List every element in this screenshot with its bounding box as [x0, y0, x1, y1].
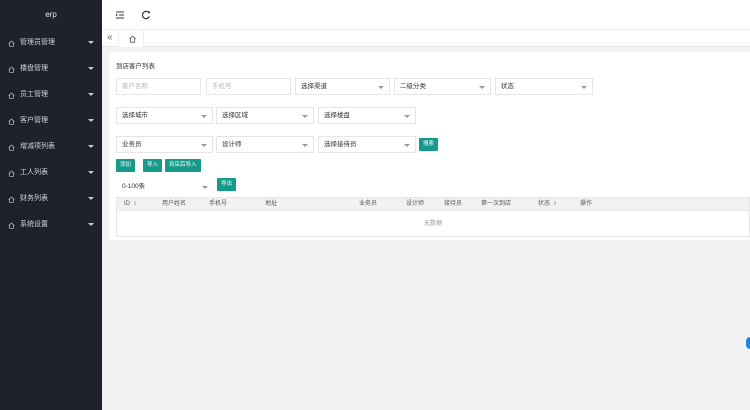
caret-down-icon — [201, 144, 207, 147]
customer-table: ID ⇕ 用户姓名 手机号 地址 业务员 设计师 接待员 第一次到店 状态 ⇕ 操作… — [116, 197, 750, 237]
import-button[interactable]: 导入 — [143, 159, 163, 172]
sidebar: erp 管理员管理 楼盘管理 员工管理 客户管理 增减项列表 工人列表 财务列表… — [0, 0, 102, 410]
chevron-down-icon — [88, 119, 94, 122]
app-brand: erp — [45, 10, 57, 19]
sidebar-item-label: 财务列表 — [20, 195, 48, 202]
sidebar-item-label: 管理员管理 — [20, 39, 55, 46]
home-icon — [8, 118, 15, 125]
range-select-value: 0-100条 — [122, 183, 146, 190]
double-chevron-left-icon[interactable]: « — [107, 32, 118, 44]
salesman-select-value: 业务员 — [122, 141, 142, 148]
caret-down-icon — [404, 144, 410, 147]
column-header-status[interactable]: 状态 ⇕ — [538, 198, 557, 211]
caret-down-icon — [201, 115, 207, 118]
home-icon — [8, 92, 15, 99]
channel-select[interactable]: 选择渠道 — [295, 78, 390, 95]
column-label: 状态 — [538, 201, 551, 207]
sidebar-item-admin[interactable]: 管理员管理 — [0, 30, 102, 56]
caret-down-icon — [302, 144, 308, 147]
sidebar-item-customers[interactable]: 客户管理 — [0, 108, 102, 134]
salesman-select[interactable]: 业务员 — [116, 136, 213, 153]
area-select[interactable]: 选择区域 — [216, 107, 314, 124]
sort-icon[interactable]: ⇕ — [553, 198, 557, 211]
sidebar-item-label: 增减项列表 — [20, 143, 55, 150]
caret-down-icon — [404, 115, 410, 118]
fold-menu-icon[interactable] — [114, 9, 126, 21]
column-header-address: 地址 — [265, 201, 278, 207]
column-header-salesman: 业务员 — [359, 201, 378, 207]
home-icon — [8, 196, 15, 203]
caret-down-icon — [581, 86, 587, 89]
receptionist-select[interactable]: 选择接待员 — [318, 136, 416, 153]
chevron-down-icon — [88, 67, 94, 70]
status-select[interactable]: 状态 — [495, 78, 593, 95]
column-label: ID — [124, 201, 130, 207]
sidebar-item-label: 客户管理 — [20, 117, 48, 124]
caret-down-icon — [302, 115, 308, 118]
receptionist-select-value: 选择接待员 — [324, 141, 357, 148]
category-select[interactable]: 二级分类 — [394, 78, 491, 95]
sidebar-item-label: 员工管理 — [20, 91, 48, 98]
home-icon — [8, 222, 15, 229]
chevron-down-icon — [88, 171, 94, 174]
caret-down-icon — [378, 86, 384, 89]
tab-bar: « — [102, 30, 750, 47]
area-select-value: 选择区域 — [222, 112, 248, 119]
sidebar-item-label: 楼盘管理 — [20, 65, 48, 72]
sidebar-item-changes[interactable]: 增减项列表 — [0, 134, 102, 160]
home-icon — [8, 144, 15, 151]
refresh-icon[interactable] — [140, 9, 152, 21]
sort-icon[interactable]: ⇕ — [133, 198, 137, 211]
sidebar-item-workers[interactable]: 工人列表 — [0, 160, 102, 186]
building-select[interactable]: 选择楼盘 — [318, 107, 416, 124]
column-header-receptionist: 接待员 — [444, 201, 463, 207]
search-button[interactable]: 搜索 — [419, 138, 439, 151]
status-select-value: 状态 — [501, 83, 514, 90]
building-select-value: 选择楼盘 — [324, 112, 350, 119]
column-header-name: 用户姓名 — [162, 201, 187, 207]
home-icon — [8, 40, 15, 47]
add-button[interactable]: 添加 — [116, 159, 136, 172]
customer-list-card: 到店客户列表 客户名称 手机号 选择渠道 二级分类 状态 选择城市 选择区域 选… — [109, 52, 750, 240]
caret-down-icon — [479, 86, 485, 89]
city-select-value: 选择城市 — [122, 112, 148, 119]
chevron-down-icon — [88, 197, 94, 200]
export-button[interactable]: 导出 — [217, 178, 237, 191]
floating-help-button[interactable] — [746, 337, 750, 349]
sidebar-item-staff[interactable]: 员工管理 — [0, 82, 102, 108]
table-header: ID ⇕ 用户姓名 手机号 地址 业务员 设计师 接待员 第一次到店 状态 ⇕ 操作 — [117, 198, 749, 211]
city-select[interactable]: 选择城市 — [116, 107, 213, 124]
top-bar — [102, 0, 750, 30]
range-select[interactable]: 0-100条 — [116, 178, 214, 195]
channel-select-value: 选择渠道 — [301, 83, 327, 90]
column-header-phone: 手机号 — [209, 201, 228, 207]
chevron-down-icon — [88, 223, 94, 226]
category-select-value: 二级分类 — [400, 83, 426, 90]
empty-state: 无数据 — [423, 221, 442, 227]
import-after-visit-button[interactable]: 到店后导入 — [165, 159, 201, 172]
caret-down-icon — [202, 186, 208, 189]
app-root: erp 管理员管理 楼盘管理 员工管理 客户管理 增减项列表 工人列表 财务列表… — [0, 0, 750, 410]
page-title: 到店客户列表 — [116, 63, 155, 70]
chevron-down-icon — [88, 145, 94, 148]
column-header-id[interactable]: ID ⇕ — [124, 198, 137, 211]
sidebar-item-settings[interactable]: 系统设置 — [0, 212, 102, 238]
sidebar-item-label: 工人列表 — [20, 169, 48, 176]
column-header-first-visit: 第一次到店 — [481, 201, 512, 207]
chevron-down-icon — [88, 93, 94, 96]
sidebar-item-buildings[interactable]: 楼盘管理 — [0, 56, 102, 82]
column-header-designer: 设计师 — [406, 201, 425, 207]
sidebar-item-label: 系统设置 — [20, 221, 48, 228]
home-icon — [8, 66, 15, 73]
tab-home[interactable] — [118, 30, 144, 47]
chevron-down-icon — [88, 41, 94, 44]
home-icon — [129, 35, 136, 43]
phone-input[interactable]: 手机号 — [206, 78, 291, 95]
customer-name-input[interactable]: 客户名称 — [116, 78, 201, 95]
column-header-actions: 操作 — [580, 201, 593, 207]
designer-select-value: 设计师 — [222, 141, 242, 148]
designer-select[interactable]: 设计师 — [216, 136, 314, 153]
sidebar-item-finance[interactable]: 财务列表 — [0, 186, 102, 212]
home-icon — [8, 170, 15, 177]
